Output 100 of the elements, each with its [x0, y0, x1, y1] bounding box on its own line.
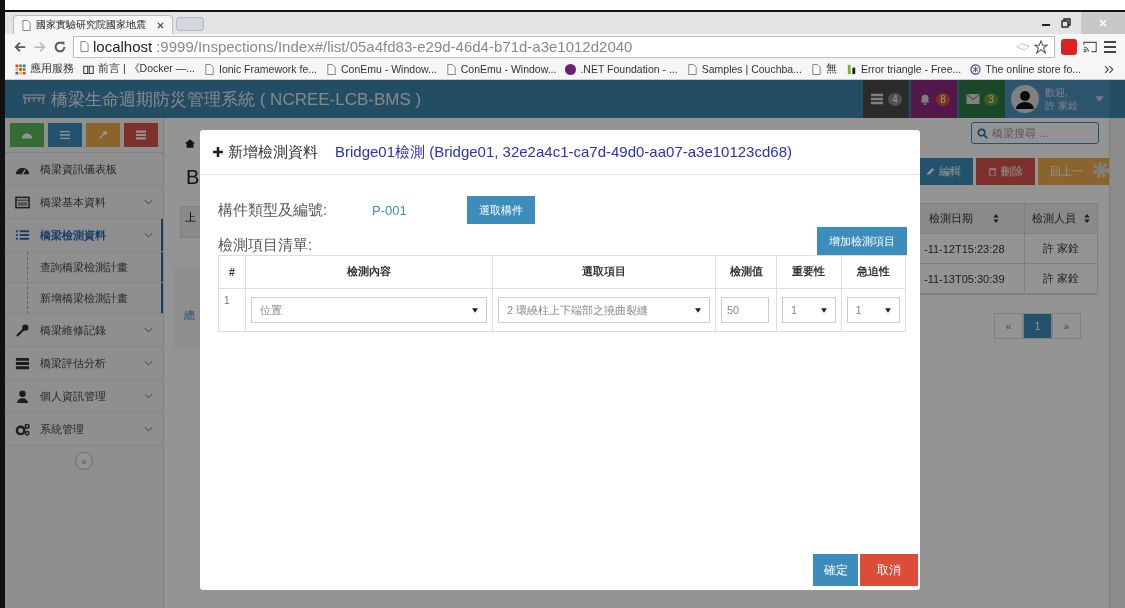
dialog-subtitle: Bridge01檢測 (Bridge01, 32e2a4c1-ca7d-49d0-aa07-a3e10123cd68): [335, 142, 792, 162]
notification-button[interactable]: 8: [911, 80, 957, 118]
urgency-dropdown[interactable]: 1: [846, 297, 900, 323]
column-header: 急迫性: [841, 255, 906, 289]
globe-icon: [970, 63, 982, 75]
bookmark[interactable]: .NET Foundation - ...: [565, 63, 678, 75]
menu-item[interactable]: 橋梁檢測資料: [5, 219, 163, 252]
dotnet-icon: [565, 63, 577, 75]
column-header: 重要性: [776, 255, 841, 289]
plus-icon: [213, 147, 223, 157]
page-icon: [686, 63, 698, 75]
select-component-button[interactable]: 選取構件: [467, 196, 536, 224]
page-icon: [22, 19, 31, 31]
submenu-item[interactable]: 查詢橋梁檢測計畫: [6, 252, 163, 283]
menu-icon[interactable]: [1103, 39, 1117, 54]
bookmark[interactable]: The online store fo...: [970, 63, 1082, 75]
table-header-fragment: 上: [185, 211, 196, 223]
menu-item[interactable]: 橋梁基本資料: [5, 186, 163, 219]
page-icon: [445, 63, 457, 75]
list-icon: [59, 130, 71, 140]
column-header: 選取項目: [492, 255, 716, 289]
menu-item[interactable]: 系統管理: [5, 413, 163, 446]
browser-tab[interactable]: 國家實驗研究院國家地震: [13, 15, 173, 34]
caret-icon: [695, 307, 701, 313]
sort-icon: [1084, 214, 1090, 223]
book-icon: [83, 63, 94, 75]
caret-icon: [820, 307, 827, 313]
confirm-button[interactable]: 確定: [813, 554, 858, 586]
importance-dropdown[interactable]: 1: [782, 297, 836, 323]
user-icon: [15, 389, 30, 403]
scrollbar[interactable]: [1109, 118, 1125, 608]
close-icon[interactable]: [157, 21, 164, 29]
address-bar[interactable]: localhost :9999/Inspections/Index#/list/05a4fd83-e29d-46d4-b71d-a3e1012d2040: [73, 35, 1055, 58]
action-button[interactable]: 刪除: [976, 158, 1035, 185]
star-icon[interactable]: [1034, 39, 1048, 54]
restore-icon[interactable]: [1061, 18, 1071, 28]
window-icon: [15, 195, 30, 209]
list-icon: [15, 228, 30, 242]
table-cell-text: 許 家銓: [1041, 241, 1081, 256]
menu-item[interactable]: 橋梁評估分析: [5, 347, 163, 380]
menu-item[interactable]: 橋梁資訊儀表板: [5, 153, 163, 186]
bookmark[interactable]: ConEmu - Window...: [326, 63, 437, 75]
page-icon: [80, 41, 89, 52]
page-button[interactable]: »: [1052, 313, 1081, 339]
value-input[interactable]: 50: [721, 297, 769, 323]
bridge-icon: [23, 93, 45, 105]
server-icon: [135, 130, 147, 140]
wrench-icon: [15, 323, 30, 337]
add-item-button[interactable]: 增加檢測項目: [817, 227, 907, 255]
bookmark[interactable]: 前言 | 《Docker —...: [83, 62, 195, 76]
apps-icon: [15, 63, 26, 75]
home-icon: [184, 138, 196, 149]
greeting-text: 歡迎,: [1045, 86, 1069, 99]
cancel-button[interactable]: 取消: [860, 554, 918, 586]
bookmark[interactable]: Error triangle - Free...: [845, 63, 962, 75]
column-header[interactable]: 檢測人員: [1025, 204, 1097, 233]
pencil-icon: [926, 167, 935, 176]
page-icon: [326, 63, 338, 75]
caret-icon: [472, 307, 478, 313]
server-icon: [15, 356, 30, 370]
tasks-icon: [870, 93, 885, 105]
bookmark[interactable]: ConEmu - Window...: [445, 63, 557, 75]
mail-icon: [966, 93, 981, 105]
item-dropdown[interactable]: 2 環繞柱上下端部之撓曲裂縫: [498, 297, 710, 323]
cast-icon[interactable]: [1083, 39, 1097, 54]
shortcut-button[interactable]: [48, 123, 82, 147]
trash-icon: [988, 167, 997, 176]
menu-item[interactable]: 個人資訊管理: [5, 380, 163, 413]
submenu-item[interactable]: 新增橋梁檢測計畫: [6, 283, 163, 314]
page-icon: [204, 63, 215, 75]
shortcut-button[interactable]: [124, 123, 158, 147]
dialog-title: 新增檢測資料: [228, 142, 318, 162]
user-name: 許 家銓: [1045, 99, 1079, 112]
bookmark[interactable]: 應用服務: [15, 62, 74, 76]
reload-icon[interactable]: [53, 39, 67, 54]
field-value: P-001: [372, 202, 408, 218]
column-header: 檢測值: [715, 255, 777, 289]
table-cell-text: 許 家銓: [1041, 271, 1081, 286]
caret-icon: [885, 307, 891, 313]
count-badge: 4: [888, 92, 902, 106]
text-fragment: 總: [184, 308, 195, 323]
bookmark[interactable]: 無: [810, 62, 837, 76]
more-icon[interactable]: [1104, 63, 1115, 75]
menu-item[interactable]: 橋梁維修記錄: [5, 314, 163, 347]
page-button[interactable]: «: [994, 313, 1023, 339]
back-icon[interactable]: [13, 39, 27, 54]
bookmark[interactable]: Samples | Couchba...: [686, 63, 802, 75]
collapse-button[interactable]: «: [75, 452, 93, 470]
page-button[interactable]: 1: [1023, 313, 1052, 339]
bookmark[interactable]: Ionic Framework fe...: [204, 63, 318, 75]
app-title: 橋梁生命週期防災管理系統 ( NCREE-LCB-BMS ): [51, 88, 422, 111]
extension-icon[interactable]: [1061, 38, 1077, 55]
row-number: 1: [218, 288, 246, 332]
page-icon: [810, 63, 822, 75]
content-dropdown[interactable]: 位置: [251, 297, 487, 323]
sort-icon: [993, 214, 999, 223]
notification-button[interactable]: 4: [863, 80, 909, 118]
section-label: 檢測項目清單:: [218, 236, 313, 255]
notification-button[interactable]: 3: [959, 80, 1005, 118]
page-heading: B: [186, 166, 200, 189]
